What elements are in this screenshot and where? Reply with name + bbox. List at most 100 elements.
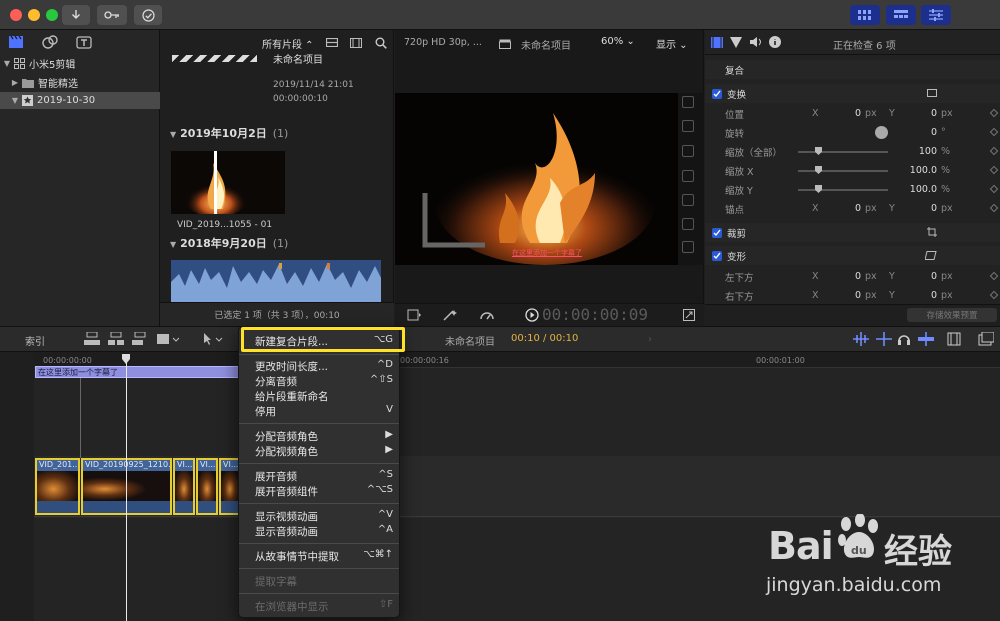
menu-item-rename-clip[interactable]: 给片段重新命名 <box>255 389 395 404</box>
append-clip-icon[interactable] <box>132 332 148 346</box>
save-effects-preset-button[interactable]: 存储效果预置 <box>907 308 997 322</box>
distort-checkbox[interactable] <box>712 250 722 261</box>
blend-section[interactable]: 复合 <box>705 60 1000 79</box>
forward-arrow-icon[interactable]: › <box>648 334 652 345</box>
menu-item-show-audio-animation[interactable]: 显示音频动画 ^A <box>255 524 395 539</box>
bottom-right-y-field[interactable]: 0 <box>895 290 937 301</box>
smart-collection-item[interactable]: ▶ 智能精选 <box>0 74 160 91</box>
titles-generators-icon[interactable] <box>76 35 92 49</box>
rotation-field[interactable]: 0 <box>895 127 937 138</box>
minimize-window-button[interactable] <box>28 9 40 21</box>
audio-clip-thumbnail[interactable] <box>171 260 381 302</box>
color-inspector-icon[interactable] <box>730 37 742 48</box>
photos-audio-icon[interactable] <box>42 35 58 49</box>
info-icon[interactable] <box>769 36 781 48</box>
insert-clip-icon[interactable] <box>108 332 124 346</box>
slider-knob[interactable] <box>815 185 822 193</box>
search-icon[interactable] <box>375 37 387 49</box>
position-x-field[interactable]: 0 <box>815 108 861 119</box>
show-timeline-button[interactable] <box>886 5 916 25</box>
skimming-icon[interactable] <box>876 332 892 346</box>
menu-item-assign-audio-roles[interactable]: 分配音频角色 ▶ <box>255 429 395 444</box>
viewer-timecode[interactable]: 00:00:00:09 <box>542 305 648 324</box>
scale-x-field[interactable]: 100.0 <box>895 165 937 176</box>
disclosure-triangle-icon[interactable]: ▼ <box>0 59 14 68</box>
slider-knob[interactable] <box>815 147 822 155</box>
select-tool-icon[interactable] <box>202 332 226 346</box>
event-item[interactable]: ▼ 2019-10-30 <box>0 92 160 109</box>
menu-item-expand-audio-components[interactable]: 展开音频组件 ^⌥S <box>255 484 395 499</box>
audio-skimming-icon[interactable] <box>853 332 869 346</box>
magic-wand-icon[interactable] <box>443 309 459 321</box>
scale-y-field[interactable]: 100.0 <box>895 184 937 195</box>
menu-item-lift-from-storyline[interactable]: 从故事情节中提取 ⌥⌘↑ <box>255 549 395 564</box>
transform-onscreen-icon[interactable] <box>927 89 937 97</box>
clip-thumbnail[interactable] <box>171 151 285 214</box>
filmstrip-icon[interactable] <box>350 38 362 48</box>
filmstrip-checkbox[interactable] <box>682 241 694 253</box>
headphones-icon[interactable] <box>897 332 911 346</box>
connect-clip-icon[interactable] <box>84 332 100 346</box>
clip-filter-popup[interactable]: 所有片段 ⌃ <box>262 36 314 51</box>
library-item[interactable]: ▼ 小米5剪辑 <box>0 55 160 72</box>
show-browser-button[interactable] <box>850 5 880 25</box>
video-canvas[interactable]: 在这里添加一个字幕了 <box>395 93 678 265</box>
view-options-popup[interactable]: 显示 ⌄ <box>656 36 688 51</box>
close-window-button[interactable] <box>10 9 22 21</box>
keyframe-icon[interactable] <box>989 108 999 118</box>
filmstrip-checkbox[interactable] <box>682 96 694 108</box>
bottom-right-x-field[interactable]: 0 <box>815 290 861 301</box>
menu-item-assign-video-roles[interactable]: 分配视频角色 ▶ <box>255 444 395 459</box>
event-date-header[interactable]: ▼ 2019年10月2日 (1) <box>170 125 288 141</box>
disclosure-triangle-icon[interactable]: ▶ <box>8 78 22 87</box>
project-clapper-thumbnail[interactable] <box>172 55 257 62</box>
clip-appearance-icon[interactable] <box>947 332 961 346</box>
show-inspector-button[interactable] <box>921 5 951 25</box>
anchor-y-field[interactable]: 0 <box>895 203 937 214</box>
event-date-header[interactable]: ▼ 2018年9月20日 (1) <box>170 235 288 251</box>
clip-appearance-icon[interactable] <box>326 38 338 47</box>
transform-tool-icon[interactable] <box>407 309 421 321</box>
rotation-dial[interactable] <box>875 126 888 139</box>
menu-item-expand-audio[interactable]: 展开音频 ^S <box>255 469 395 484</box>
scale-all-field[interactable]: 100 <box>895 146 937 157</box>
audio-inspector-icon[interactable] <box>749 36 763 48</box>
disclosure-triangle-icon[interactable]: ▼ <box>8 96 22 105</box>
keyframe-icon[interactable] <box>989 290 999 300</box>
bottom-left-x-field[interactable]: 0 <box>815 271 861 282</box>
zoom-popup[interactable]: 60% ⌄ <box>601 36 635 47</box>
menu-item-show-video-animation[interactable]: 显示视频动画 ^V <box>255 509 395 524</box>
crop-section[interactable]: 裁剪 <box>705 223 1000 242</box>
anchor-x-field[interactable]: 0 <box>815 203 861 214</box>
crop-onscreen-icon[interactable] <box>927 227 937 237</box>
video-inspector-icon[interactable] <box>711 37 723 48</box>
background-tasks-button[interactable] <box>134 5 162 25</box>
keywords-button[interactable] <box>97 5 127 25</box>
scale-all-slider[interactable] <box>798 151 888 153</box>
index-button[interactable]: 索引 <box>25 333 45 348</box>
keyframe-icon[interactable] <box>989 271 999 281</box>
overwrite-clip-icon[interactable] <box>157 332 181 346</box>
playhead-line[interactable] <box>126 362 127 621</box>
keyframe-icon[interactable] <box>989 203 999 213</box>
speed-gauge-icon[interactable] <box>479 309 495 321</box>
clapper-icon[interactable] <box>8 35 24 49</box>
crop-checkbox[interactable] <box>712 227 722 238</box>
scale-y-slider[interactable] <box>798 189 888 191</box>
filmstrip-checkbox[interactable] <box>682 218 694 230</box>
menu-item-disable[interactable]: 停用 V <box>255 404 395 419</box>
distort-section[interactable]: 变形 <box>705 246 1000 265</box>
transform-section[interactable]: 变换 <box>705 84 1000 103</box>
slider-knob[interactable] <box>815 166 822 174</box>
viewer-format[interactable]: 720p HD 30p, ... <box>404 37 482 48</box>
transform-checkbox[interactable] <box>712 88 722 99</box>
menu-item-change-duration[interactable]: 更改时间长度... ^D <box>255 359 395 374</box>
filmstrip-checkbox[interactable] <box>682 170 694 182</box>
menu-item-detach-audio[interactable]: 分离音频 ^⇧S <box>255 374 395 389</box>
import-button[interactable] <box>62 5 90 25</box>
fullscreen-icon[interactable] <box>683 309 695 321</box>
bottom-left-y-field[interactable]: 0 <box>895 271 937 282</box>
filmstrip-checkbox[interactable] <box>682 194 694 206</box>
video-subtitle[interactable]: 在这里添加一个字幕了 <box>512 248 582 258</box>
distort-onscreen-icon[interactable] <box>925 251 937 260</box>
